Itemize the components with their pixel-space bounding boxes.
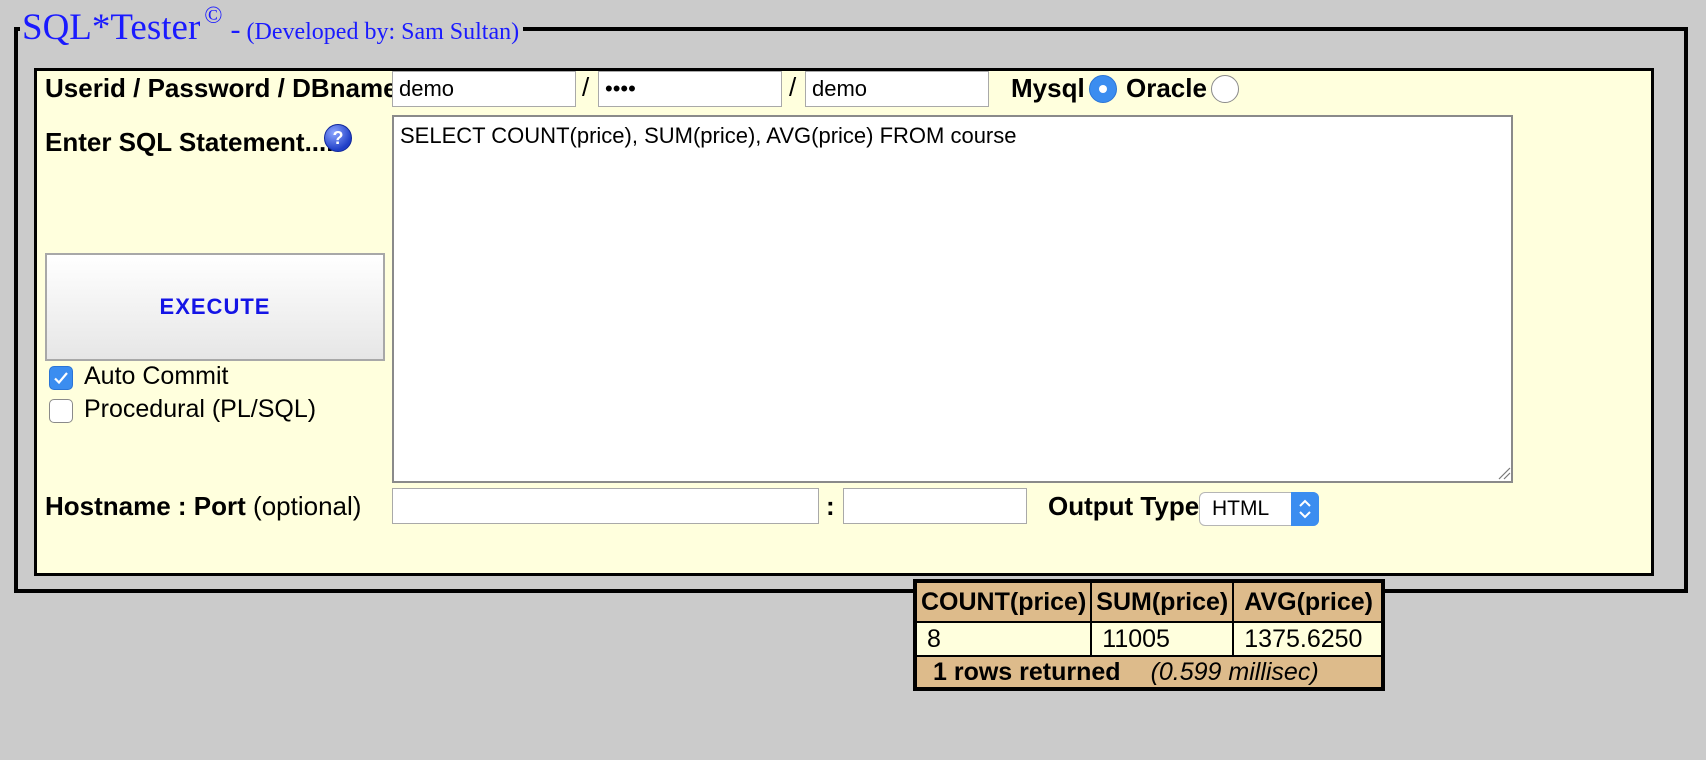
check-icon [54, 372, 68, 385]
login-separator: / [789, 72, 797, 102]
host-port-separator: : [826, 491, 835, 521]
dbname-input[interactable] [805, 71, 989, 107]
output-type-select[interactable]: HTML [1199, 492, 1319, 526]
output-type-value: HTML [1212, 497, 1270, 520]
title-separator: - [230, 13, 241, 46]
userid-input[interactable] [392, 71, 576, 107]
help-icon[interactable]: ? [324, 124, 352, 152]
oracle-label: Oracle [1126, 73, 1207, 103]
column-header: AVG(price) [1232, 580, 1384, 623]
rows-returned: 1 rows returned [933, 657, 1121, 686]
result-header-row: COUNT(price) SUM(price) AVG(price) [913, 580, 1384, 623]
oracle-radio[interactable] [1211, 75, 1239, 103]
procedural-label: Procedural (PL/SQL) [84, 395, 317, 423]
output-type-label: Output Type [1048, 491, 1200, 521]
table-cell: 11005 [1090, 621, 1235, 657]
hostname-port-label: Hostname : Port (optional) [45, 491, 361, 522]
result-footer-row: 1 rows returned (0.599 millisec) [914, 655, 1384, 690]
hostname-port-optional: (optional) [253, 491, 362, 521]
column-header: SUM(price) [1090, 580, 1235, 623]
developer-credit: (Developed by: Sam Sultan) [246, 19, 520, 45]
table-cell: 8 [913, 621, 1093, 657]
select-arrows-icon [1291, 492, 1319, 526]
resize-grip-icon[interactable] [1497, 466, 1511, 480]
login-label: Userid / Password / DBname [45, 73, 398, 103]
sql-statement-input[interactable]: SELECT COUNT(price), SUM(price), AVG(pri… [392, 115, 1513, 483]
hostname-input[interactable] [392, 488, 819, 524]
hostname-port-label-bold: Hostname : Port [45, 491, 246, 521]
result-table: COUNT(price) SUM(price) AVG(price) 8 110… [913, 579, 1385, 691]
copyright-symbol: © [204, 3, 223, 29]
port-input[interactable] [843, 488, 1027, 524]
execute-button[interactable]: EXECUTE [45, 253, 385, 361]
result-summary: 1 rows returned (0.599 millisec) [914, 655, 1384, 690]
app-header: SQL*Tester © - (Developed by: Sam Sultan) [20, 3, 524, 48]
auto-commit-checkbox[interactable] [49, 366, 73, 390]
password-input[interactable] [598, 71, 782, 107]
column-header: COUNT(price) [913, 580, 1093, 623]
login-separator: / [582, 72, 590, 102]
auto-commit-label: Auto Commit [84, 362, 229, 390]
table-row: 8 11005 1375.6250 [913, 621, 1384, 657]
mysql-label: Mysql [1011, 73, 1085, 103]
sql-label: Enter SQL Statement.... [45, 127, 334, 157]
app-title: SQL*Tester [22, 7, 201, 48]
mysql-radio[interactable] [1089, 75, 1117, 103]
table-cell: 1375.6250 [1232, 621, 1384, 657]
procedural-checkbox[interactable] [49, 399, 73, 423]
query-timing: (0.599 millisec) [1150, 657, 1319, 686]
